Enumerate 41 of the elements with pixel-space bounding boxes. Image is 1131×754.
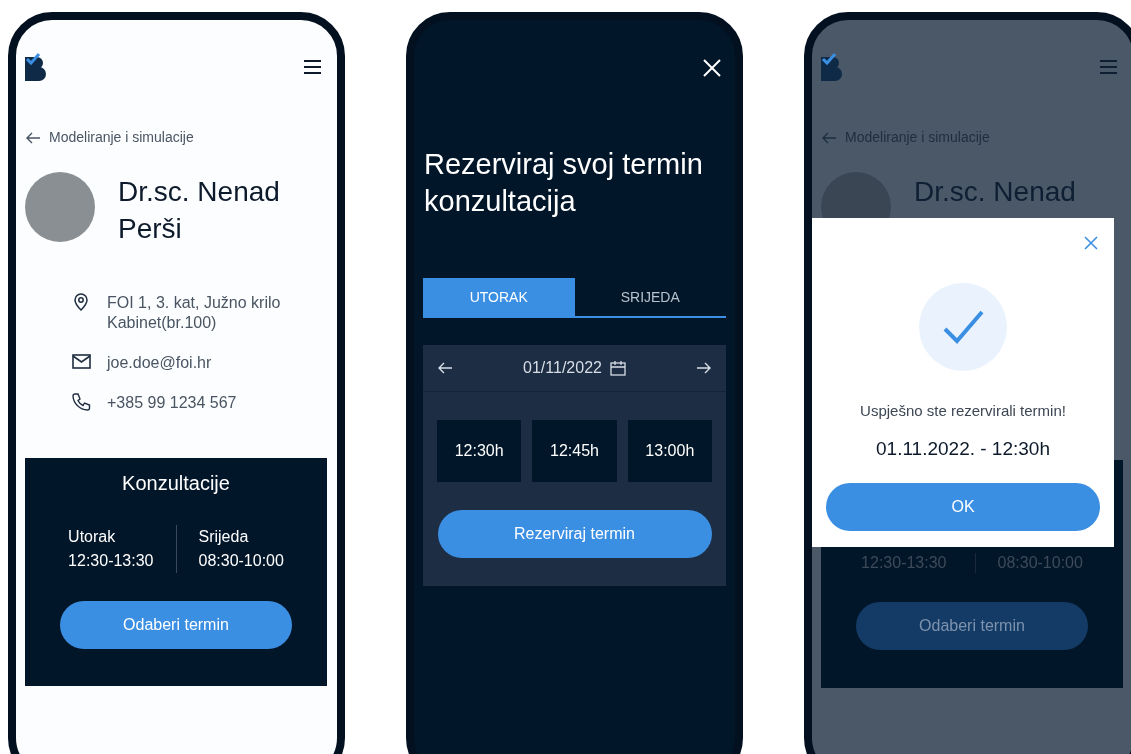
time-slot[interactable]: 12:30h — [437, 420, 522, 482]
time-range: 12:30-13:30 — [68, 551, 154, 571]
person-name: Dr.sc. Nenad Perši — [118, 175, 281, 246]
panel-title: Konzultacije — [122, 472, 230, 494]
contact-text: FOI 1, 3. kat, Južno krilo Kabinet(br.100) — [107, 293, 281, 333]
contact-text: +385 99 1234 567 — [107, 393, 237, 413]
choose-slot-button[interactable]: Odaberi termin — [856, 602, 1088, 650]
ok-button[interactable]: OK — [826, 483, 1100, 531]
day-tab[interactable]: SRIJEDA — [574, 278, 726, 316]
back-arrow-icon — [821, 130, 837, 145]
back-arrow-icon — [25, 130, 41, 145]
day-tab[interactable]: UTORAK — [423, 278, 575, 316]
menu-icon[interactable] — [303, 59, 322, 75]
close-icon — [1084, 236, 1098, 250]
success-message: Uspješno ste rezervirali termin! — [860, 402, 1066, 419]
calendar-icon[interactable] — [609, 360, 626, 376]
previous-arrow-icon[interactable] — [437, 361, 453, 375]
back-link[interactable]: Modeliranje i simulacije — [16, 127, 337, 148]
date-label: 01/11/2022 — [523, 358, 602, 378]
contact-text: joe.doe@foi.hr — [107, 353, 212, 373]
time-range: 08:30-10:00 — [198, 551, 284, 571]
location-pin-icon — [72, 293, 91, 311]
person-name: Dr.sc. Nenad — [914, 175, 1076, 209]
book-button[interactable]: Rezerviraj termin — [437, 510, 712, 558]
time-slot[interactable]: 12:45h — [532, 420, 617, 482]
time-range: 12:30-13:30 — [861, 553, 976, 573]
choose-slot-button[interactable]: Odaberi termin — [60, 601, 292, 649]
back-link-label: Modeliranje i simulacije — [49, 128, 194, 147]
time-range: 08:30-10:00 — [996, 553, 1083, 573]
phone-icon — [72, 393, 91, 411]
next-arrow-icon[interactable] — [696, 361, 712, 375]
checkmark-icon — [941, 309, 985, 345]
close-button[interactable] — [1084, 236, 1098, 250]
close-icon[interactable] — [702, 58, 722, 78]
logo-icon[interactable] — [25, 52, 46, 82]
day-label: Srijeda — [198, 527, 250, 547]
day-label: Utorak — [68, 527, 117, 547]
envelope-icon — [72, 353, 91, 371]
time-slot[interactable]: 13:00h — [627, 420, 712, 482]
page-title: Rezerviraj svoj termin konzultacija — [424, 147, 704, 219]
booking-datetime: 01.11.2022. - 12:30h — [876, 437, 1050, 459]
